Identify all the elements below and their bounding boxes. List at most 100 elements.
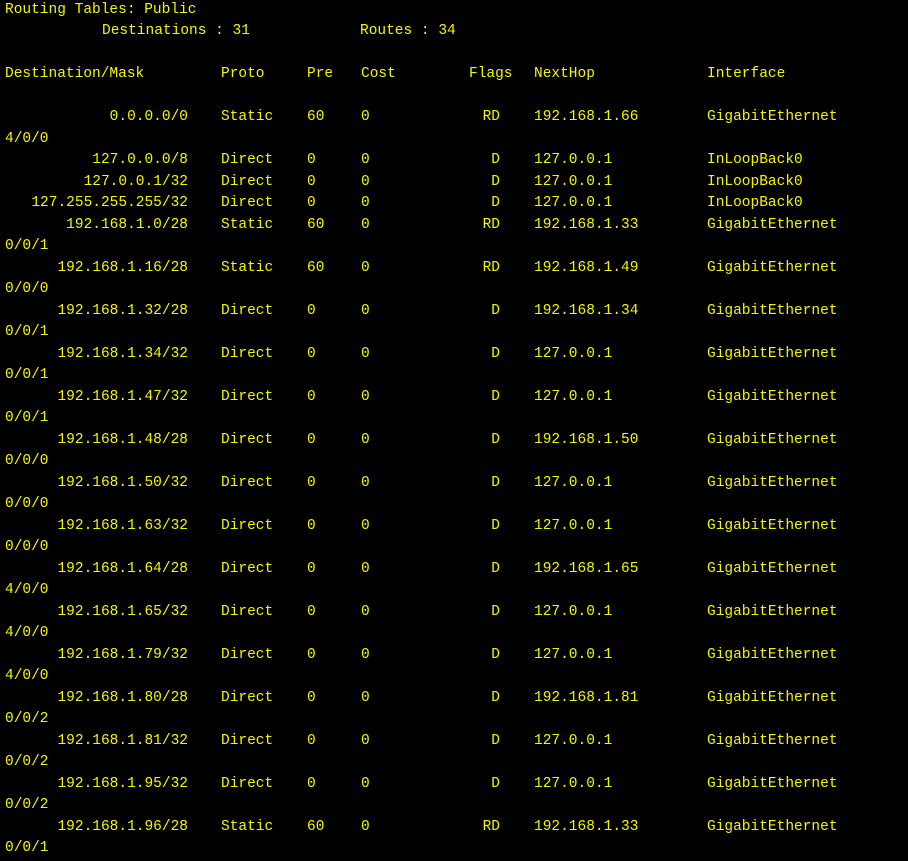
route-interface-continuation: 0/0/1 bbox=[5, 410, 49, 426]
route-interface-continuation: 0/0/0 bbox=[5, 539, 49, 555]
route-destination: 192.168.1.81/32 bbox=[57, 732, 188, 749]
route-pre: 0 bbox=[307, 689, 316, 706]
route-destination: 192.168.1.65/32 bbox=[57, 603, 188, 620]
route-flags: D bbox=[491, 431, 500, 448]
route-destination: 192.168.1.50/32 bbox=[57, 474, 188, 491]
route-interface: InLoopBack0 bbox=[707, 152, 803, 168]
table-row: 192.168.1.50/32 Direct 0 0 D 127.0.0.1 Gigabit… bbox=[0, 473, 908, 494]
route-destination: 192.168.1.64/28 bbox=[57, 560, 188, 577]
route-interface: GigabitEthernet bbox=[707, 732, 838, 749]
route-flags: D bbox=[491, 646, 500, 663]
route-proto: Direct bbox=[221, 152, 274, 168]
table-row: 192.168.1.95/32 Direct 0 0 D 127.0.0.1 Gigabit… bbox=[0, 774, 908, 795]
table-row: 192.168.1.65/32 Direct 0 0 D 127.0.0.1 Gigabit… bbox=[0, 602, 908, 623]
table-header: Destination/Mask Proto Pre Cost Flags Ne… bbox=[0, 64, 908, 85]
table-row: 0.0.0.0/0 Static 60 0 RD 192.168.1.66 GigabitE… bbox=[0, 107, 908, 128]
route-nexthop: 192.168.1.50 bbox=[534, 431, 639, 448]
route-proto: Static bbox=[221, 259, 274, 276]
route-flags: D bbox=[491, 474, 500, 491]
route-interface: GigabitEthernet bbox=[707, 302, 838, 319]
table-row: 192.168.1.81/32 Direct 0 0 D 127.0.0.1 Gigabit… bbox=[0, 731, 908, 752]
route-cost: 0 bbox=[361, 775, 370, 792]
route-interface: InLoopBack0 bbox=[707, 195, 803, 211]
route-pre: 0 bbox=[307, 152, 316, 168]
route-cost: 0 bbox=[361, 109, 370, 125]
route-interface: GigabitEthernet bbox=[707, 474, 838, 491]
route-interface: GigabitEthernet bbox=[707, 431, 838, 448]
route-interface-continuation: 4/0/0 bbox=[5, 668, 49, 684]
route-pre: 0 bbox=[307, 517, 316, 534]
table-row: 192.168.1.48/28 Direct 0 0 D 192.168.1.50 Giga… bbox=[0, 430, 908, 451]
route-interface: GigabitEthernet bbox=[707, 388, 838, 405]
route-interface: GigabitEthernet bbox=[707, 345, 838, 362]
route-proto: Direct bbox=[221, 345, 274, 362]
route-nexthop: 127.0.0.1 bbox=[534, 195, 613, 211]
route-destination: 192.168.1.96/28 bbox=[57, 818, 188, 835]
table-row: 192.168.1.79/32 Direct 0 0 D 127.0.0.1 Gigabit… bbox=[0, 645, 908, 666]
route-interface: GigabitEthernet bbox=[707, 818, 838, 835]
route-nexthop: 192.168.1.49 bbox=[534, 259, 639, 276]
route-interface-continuation: 4/0/0 bbox=[5, 625, 49, 641]
route-interface-continuation: 0/0/0 bbox=[5, 453, 49, 469]
route-interface-continuation: 0/0/1 bbox=[5, 367, 49, 383]
route-interface: GigabitEthernet bbox=[707, 560, 838, 577]
table-row: 192.168.1.64/28 Direct 0 0 D 192.168.1.65 Giga… bbox=[0, 559, 908, 580]
route-interface-continuation: 0/0/1 bbox=[5, 324, 49, 340]
route-interface-continuation: 0/0/1 bbox=[5, 840, 49, 856]
route-pre: 60 bbox=[307, 109, 325, 125]
route-nexthop: 192.168.1.65 bbox=[534, 560, 639, 577]
route-interface-continuation: 4/0/0 bbox=[5, 582, 49, 598]
route-cost: 0 bbox=[361, 560, 370, 577]
route-interface-continuation: 0/0/2 bbox=[5, 754, 49, 770]
table-row: 192.168.1.32/28 Direct 0 0 D 192.168.1.34 Giga… bbox=[0, 301, 908, 322]
route-proto: Direct bbox=[221, 474, 274, 491]
route-proto: Static bbox=[221, 216, 274, 233]
terminal-window[interactable]: Routing Tables: Public Destinations : 31… bbox=[0, 0, 908, 861]
route-proto: Direct bbox=[221, 517, 274, 534]
route-interface-continuation: 0/0/1 bbox=[5, 238, 49, 254]
route-proto: Direct bbox=[221, 775, 274, 792]
route-cost: 0 bbox=[361, 173, 370, 190]
table-row: 192.168.1.47/32 Direct 0 0 D 127.0.0.1 Gigabit… bbox=[0, 387, 908, 408]
route-nexthop: 127.0.0.1 bbox=[534, 388, 613, 405]
route-pre: 60 bbox=[307, 259, 325, 276]
route-proto: Direct bbox=[221, 603, 274, 620]
route-proto: Static bbox=[221, 109, 274, 125]
routing-table-title: Routing Tables: Public bbox=[5, 2, 197, 18]
route-flags: D bbox=[491, 173, 500, 190]
route-nexthop: 127.0.0.1 bbox=[534, 775, 613, 792]
table-row: 127.255.255.255/32 Direct 0 0 D 127.0.0.1 InLo… bbox=[0, 193, 908, 214]
route-proto: Direct bbox=[221, 560, 274, 577]
route-cost: 0 bbox=[361, 603, 370, 620]
route-interface-continuation: 0/0/0 bbox=[5, 281, 49, 297]
route-cost: 0 bbox=[361, 474, 370, 491]
routes-count: Routes : 34 bbox=[360, 23, 456, 39]
col-cost-header: Cost bbox=[361, 66, 396, 82]
route-flags: D bbox=[491, 388, 500, 405]
route-proto: Static bbox=[221, 818, 274, 835]
route-pre: 0 bbox=[307, 173, 316, 190]
route-pre: 0 bbox=[307, 474, 316, 491]
route-pre: 0 bbox=[307, 195, 316, 211]
route-destination: 192.168.1.48/28 bbox=[57, 431, 188, 448]
route-interface-continuation: 0/0/2 bbox=[5, 711, 49, 727]
route-destination: 192.168.1.0/28 bbox=[66, 216, 188, 233]
route-interface: GigabitEthernet bbox=[707, 216, 838, 233]
route-flags: D bbox=[491, 775, 500, 792]
route-flags: D bbox=[491, 732, 500, 749]
route-cost: 0 bbox=[361, 152, 370, 168]
route-proto: Direct bbox=[221, 195, 274, 211]
destinations-count: Destinations : 31 bbox=[102, 23, 250, 39]
route-proto: Direct bbox=[221, 646, 274, 663]
route-pre: 60 bbox=[307, 216, 325, 233]
route-cost: 0 bbox=[361, 345, 370, 362]
route-nexthop: 127.0.0.1 bbox=[534, 152, 613, 168]
route-destination: 192.168.1.80/28 bbox=[57, 689, 188, 706]
route-destination: 127.0.0.0/8 bbox=[92, 152, 188, 168]
route-nexthop: 192.168.1.81 bbox=[534, 689, 639, 706]
route-proto: Direct bbox=[221, 173, 274, 190]
route-pre: 60 bbox=[307, 818, 325, 835]
route-interface-continuation: 4/0/0 bbox=[5, 130, 49, 147]
route-flags: D bbox=[491, 603, 500, 620]
route-cost: 0 bbox=[361, 818, 370, 835]
